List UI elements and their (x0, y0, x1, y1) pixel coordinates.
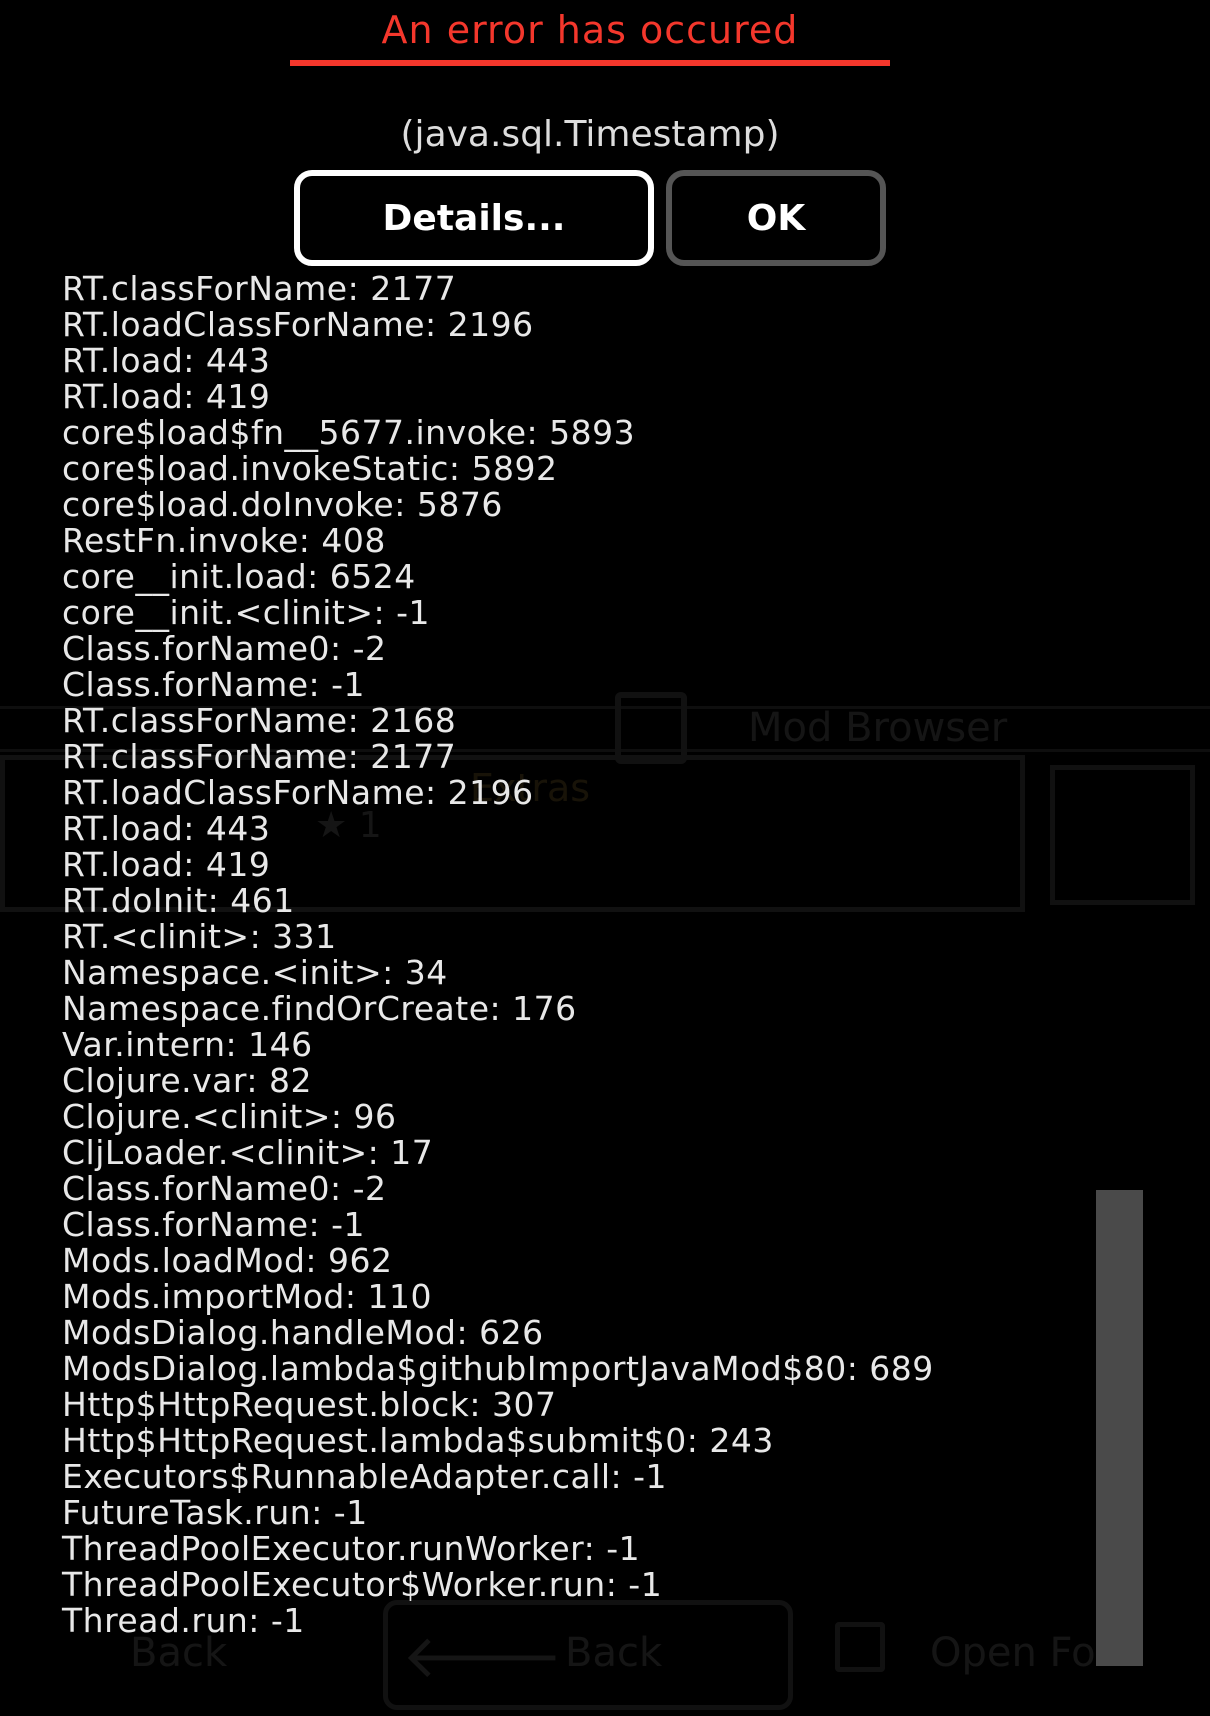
error-message: (java.sql.Timestamp) (400, 114, 780, 155)
stack-trace-line: ThreadPoolExecutor$Worker.run: -1 (62, 1565, 663, 1604)
stack-trace-line: RT.doInit: 461 (62, 881, 295, 920)
stack-trace-line: RT.load: 443 (62, 341, 271, 380)
stack-trace: RT.classForName: 2177 RT.loadClassForNam… (62, 271, 1082, 1639)
stack-trace-line: RT.load: 419 (62, 377, 271, 416)
stack-trace-line: RT.load: 419 (62, 845, 271, 884)
stack-trace-line: RestFn.invoke: 408 (62, 521, 386, 560)
stack-trace-line: RT.classForName: 2177 (62, 737, 457, 776)
stack-trace-line: Mods.loadMod: 962 (62, 1241, 393, 1280)
stack-trace-line: Http$HttpRequest.lambda$submit$0: 243 (62, 1421, 774, 1460)
stack-trace-line: Class.forName0: -2 (62, 1169, 387, 1208)
stack-trace-line: core__init.<clinit>: -1 (62, 593, 430, 632)
stack-trace-line: Http$HttpRequest.block: 307 (62, 1385, 557, 1424)
stack-trace-line: Clojure.<clinit>: 96 (62, 1097, 397, 1136)
stack-trace-line: RT.classForName: 2168 (62, 701, 457, 740)
stack-trace-line: core$load$fn__5677.invoke: 5893 (62, 413, 636, 452)
stack-trace-line: Thread.run: -1 (62, 1601, 305, 1640)
stack-trace-line: Executors$RunnableAdapter.call: -1 (62, 1457, 668, 1496)
stack-trace-line: core__init.load: 6524 (62, 557, 416, 596)
stack-trace-line: Namespace.<init>: 34 (62, 953, 448, 992)
scrollbar-thumb[interactable] (1096, 1190, 1143, 1666)
stack-trace-line: RT.classForName: 2177 (62, 269, 457, 308)
stack-trace-line: Mods.importMod: 110 (62, 1277, 432, 1316)
stack-trace-line: Clojure.var: 82 (62, 1061, 312, 1100)
stack-trace-line: FutureTask.run: -1 (62, 1493, 368, 1532)
ok-button-label: OK (746, 197, 806, 239)
details-button-label: Details... (382, 197, 566, 239)
stack-trace-line: RT.load: 443 (62, 809, 271, 848)
stack-trace-line: Class.forName0: -2 (62, 629, 387, 668)
stack-trace-line: CljLoader.<clinit>: 17 (62, 1133, 434, 1172)
stack-trace-line: core$load.invokeStatic: 5892 (62, 449, 558, 488)
dialog-title: An error has occured (381, 8, 799, 52)
title-underline (290, 60, 890, 66)
ok-button[interactable]: OK (666, 170, 886, 266)
stack-trace-line: RT.loadClassForName: 2196 (62, 305, 534, 344)
stack-trace-line: Class.forName: -1 (62, 1205, 366, 1244)
stack-trace-line: ModsDialog.handleMod: 626 (62, 1313, 544, 1352)
stack-trace-line: Namespace.findOrCreate: 176 (62, 989, 577, 1028)
stack-trace-line: RT.<clinit>: 331 (62, 917, 337, 956)
stack-trace-line: Var.intern: 146 (62, 1025, 313, 1064)
stack-trace-line: Class.forName: -1 (62, 665, 366, 704)
stack-trace-line: core$load.doInvoke: 5876 (62, 485, 503, 524)
details-button[interactable]: Details... (294, 170, 654, 266)
stack-trace-line: ThreadPoolExecutor.runWorker: -1 (62, 1529, 641, 1568)
stack-trace-line: RT.loadClassForName: 2196 (62, 773, 534, 812)
stack-trace-line: ModsDialog.lambda$githubImportJavaMod$80… (62, 1349, 934, 1388)
